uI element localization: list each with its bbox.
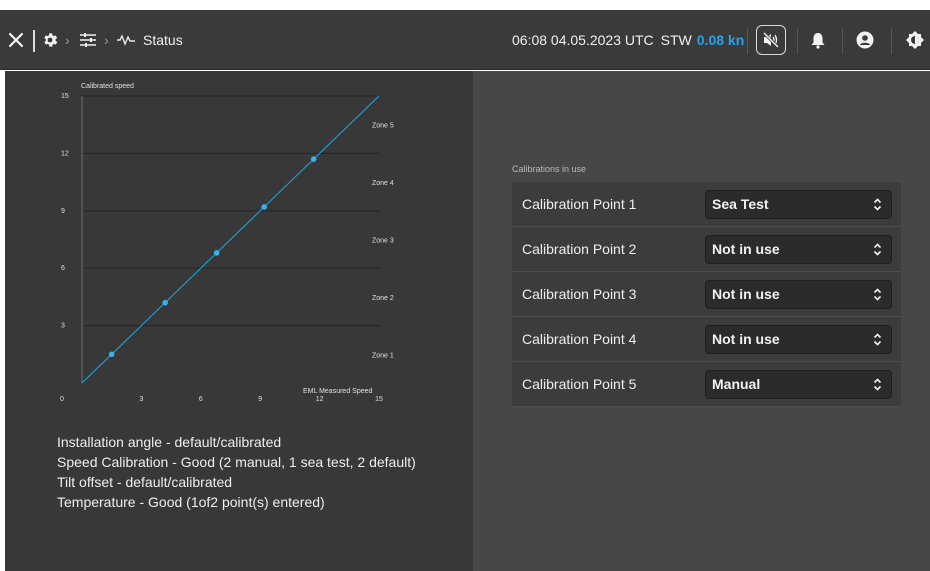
calibration-point-marker: [310, 156, 317, 162]
y-tick-label: 9: [61, 208, 65, 215]
calibration-point-marker: [162, 299, 168, 306]
calibration-source-value: Not in use: [712, 331, 780, 347]
calibration-source-value: Manual: [712, 376, 761, 392]
breadcrumb-chevron-icon: ›: [65, 32, 70, 48]
zone-label: Zone 1: [372, 352, 394, 359]
gear-icon[interactable]: [41, 10, 59, 70]
y-tick-label: 3: [61, 323, 65, 330]
status-panel: 15 12 9 6 3 0 3 6 9 12 15 Zone 5 Zone 4 Zone 3 Zone 2 Z…: [5, 71, 473, 571]
calibration-point-label: Calibration Point 2: [522, 241, 637, 257]
updown-caret-icon: [873, 377, 882, 391]
header-divider: [797, 28, 798, 54]
close-icon[interactable]: [8, 10, 24, 70]
status-line: Installation angle - default/calibrated: [57, 434, 282, 450]
brightness-icon[interactable]: [905, 10, 925, 70]
status-line: Speed Calibration - Good (2 manual, 1 se…: [57, 454, 416, 470]
calibrations-heading: Calibrations in use: [512, 164, 587, 174]
zone-label: Zone 5: [372, 123, 394, 130]
zone-label: Zone 2: [372, 295, 394, 302]
top-bar: › › Status 06:08 04.05.2023 UTC STW 0.08…: [0, 10, 930, 70]
calibration-point-label: Calibration Point 5: [522, 376, 637, 392]
mute-icon: [756, 25, 786, 55]
calibration-row: Calibration Point 3 Not in use: [512, 272, 901, 317]
y-tick-label: 12: [61, 150, 69, 157]
calibration-row: Calibration Point 5 Manual: [512, 362, 901, 407]
sliders-icon[interactable]: [79, 10, 97, 70]
x-tick-label: 9: [258, 396, 262, 403]
updown-caret-icon: [873, 287, 882, 301]
chart-title: Calibrated speed: [81, 83, 134, 90]
calibration-row: Calibration Point 2 Not in use: [512, 227, 901, 272]
calibration-point-label: Calibration Point 4: [522, 331, 637, 347]
updown-caret-icon: [873, 197, 882, 211]
breadcrumb-status[interactable]: Status: [143, 10, 183, 70]
user-icon[interactable]: [856, 10, 874, 70]
zone-label: Zone 3: [372, 238, 394, 245]
calibration-source-value: Not in use: [712, 286, 780, 302]
x-tick-label: 15: [375, 396, 383, 403]
datetime: 06:08 04.05.2023 UTC: [512, 32, 654, 48]
y-tick-label: 15: [61, 93, 69, 100]
status-summary: Installation angle - default/calibrated …: [57, 432, 416, 512]
calibration-source-value: Not in use: [712, 241, 780, 257]
calibration-source-select[interactable]: Sea Test: [705, 189, 892, 219]
datetime-readout: 06:08 04.05.2023 UTC STW 0.08 kn: [512, 10, 744, 70]
y-tick-label: 6: [61, 265, 65, 272]
calibration-source-select[interactable]: Not in use: [705, 234, 892, 264]
stw-value: 0.08 kn: [696, 32, 745, 48]
x-tick-label: 0: [60, 396, 64, 403]
bell-icon[interactable]: [810, 10, 826, 70]
calibration-point-marker: [108, 351, 115, 358]
calibration-source-value: Sea Test: [712, 196, 769, 212]
calibration-line: [81, 95, 380, 384]
calibration-source-select[interactable]: Not in use: [705, 324, 892, 354]
zone-label: Zone 4: [372, 180, 394, 187]
calibration-point-marker: [213, 250, 220, 256]
x-tick-label: 12: [316, 396, 324, 403]
calibration-point-marker: [261, 204, 267, 210]
calibration-point-label: Calibration Point 3: [522, 286, 637, 302]
status-line: Tilt offset - default/calibrated: [57, 474, 233, 490]
window-top-strip: [0, 0, 930, 10]
mute-button[interactable]: [756, 10, 786, 70]
x-tick-label: 6: [199, 396, 203, 403]
breadcrumb-chevron-icon: ›: [104, 32, 109, 48]
status-line: Temperature - Good (1of2 point(s) entere…: [57, 494, 325, 510]
updown-caret-icon: [873, 242, 882, 256]
calibration-panel: Calibrations in use Calibration Point 1 S…: [473, 71, 930, 571]
calibration-table: Calibration Point 1 Sea Test Calibration P…: [512, 182, 901, 407]
stw-label: STW: [660, 32, 692, 48]
updown-caret-icon: [873, 332, 882, 346]
x-axis-label: EML Measured Speed: [303, 388, 372, 395]
breadcrumb-separator: [33, 30, 35, 52]
calibration-row: Calibration Point 4 Not in use: [512, 317, 901, 362]
x-tick-label: 3: [139, 396, 143, 403]
header-divider: [747, 28, 748, 54]
calibration-row: Calibration Point 1 Sea Test: [512, 182, 901, 227]
calibration-source-select[interactable]: Manual: [705, 369, 892, 399]
pulse-icon: [117, 10, 135, 70]
calibrated-speed-chart: 15 12 9 6 3 0 3 6 9 12 15 Zone 5 Zone 4 Zone 3 Zone 2 Z…: [60, 83, 394, 403]
header-divider: [842, 28, 843, 54]
calibration-point-label: Calibration Point 1: [522, 196, 637, 212]
header-divider: [891, 28, 892, 54]
calibration-source-select[interactable]: Not in use: [705, 279, 892, 309]
